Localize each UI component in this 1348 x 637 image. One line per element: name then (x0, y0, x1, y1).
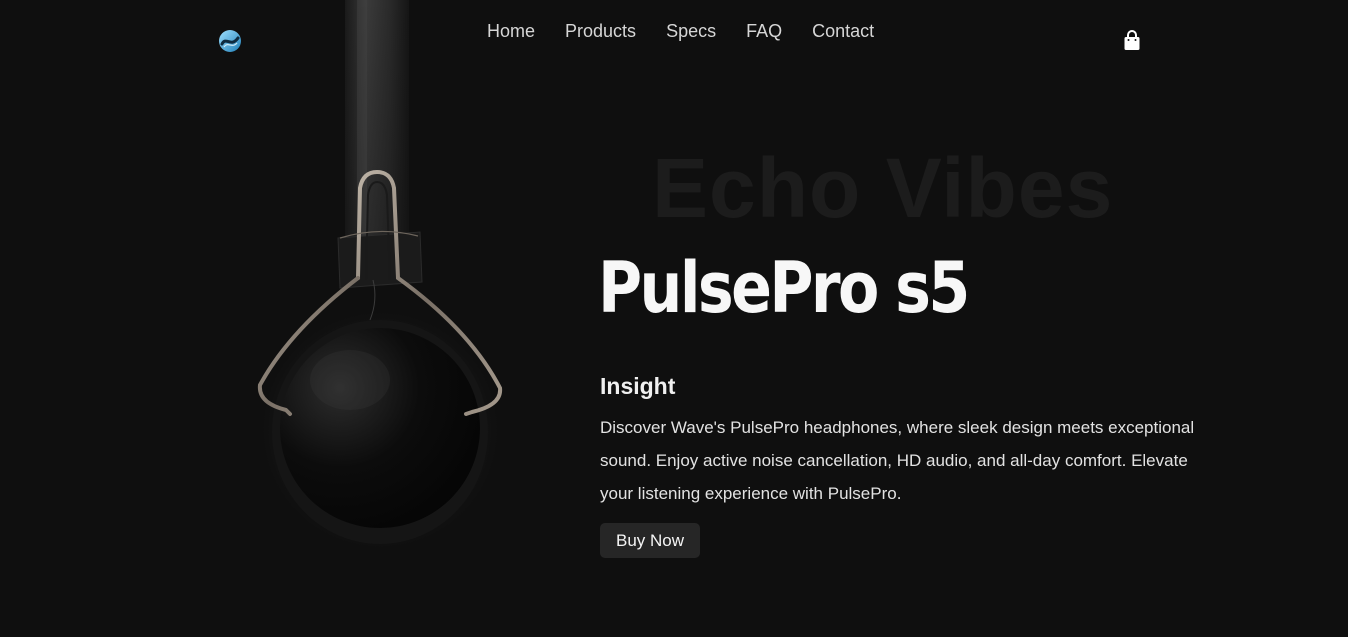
headphone-image (240, 0, 530, 600)
buy-now-button[interactable]: Buy Now (600, 523, 700, 558)
hero-background-title: Echo Vibes (652, 141, 1114, 235)
nav-products-link[interactable]: Products (565, 21, 636, 42)
section-subtitle: Insight (600, 373, 676, 399)
nav-faq-link[interactable]: FAQ (746, 21, 782, 42)
landing-page: Home Products Specs FAQ Contact Echo Vib… (0, 0, 1348, 637)
nav-specs-link[interactable]: Specs (666, 21, 716, 42)
shopping-bag-icon[interactable] (1122, 30, 1142, 52)
main-nav: Home Products Specs FAQ Contact (487, 21, 874, 42)
wave-logo-icon[interactable] (218, 29, 242, 53)
product-title: PulsePro s5 (598, 247, 970, 329)
nav-contact-link[interactable]: Contact (812, 21, 874, 42)
product-description: Discover Wave's PulsePro headphones, whe… (600, 418, 1195, 503)
